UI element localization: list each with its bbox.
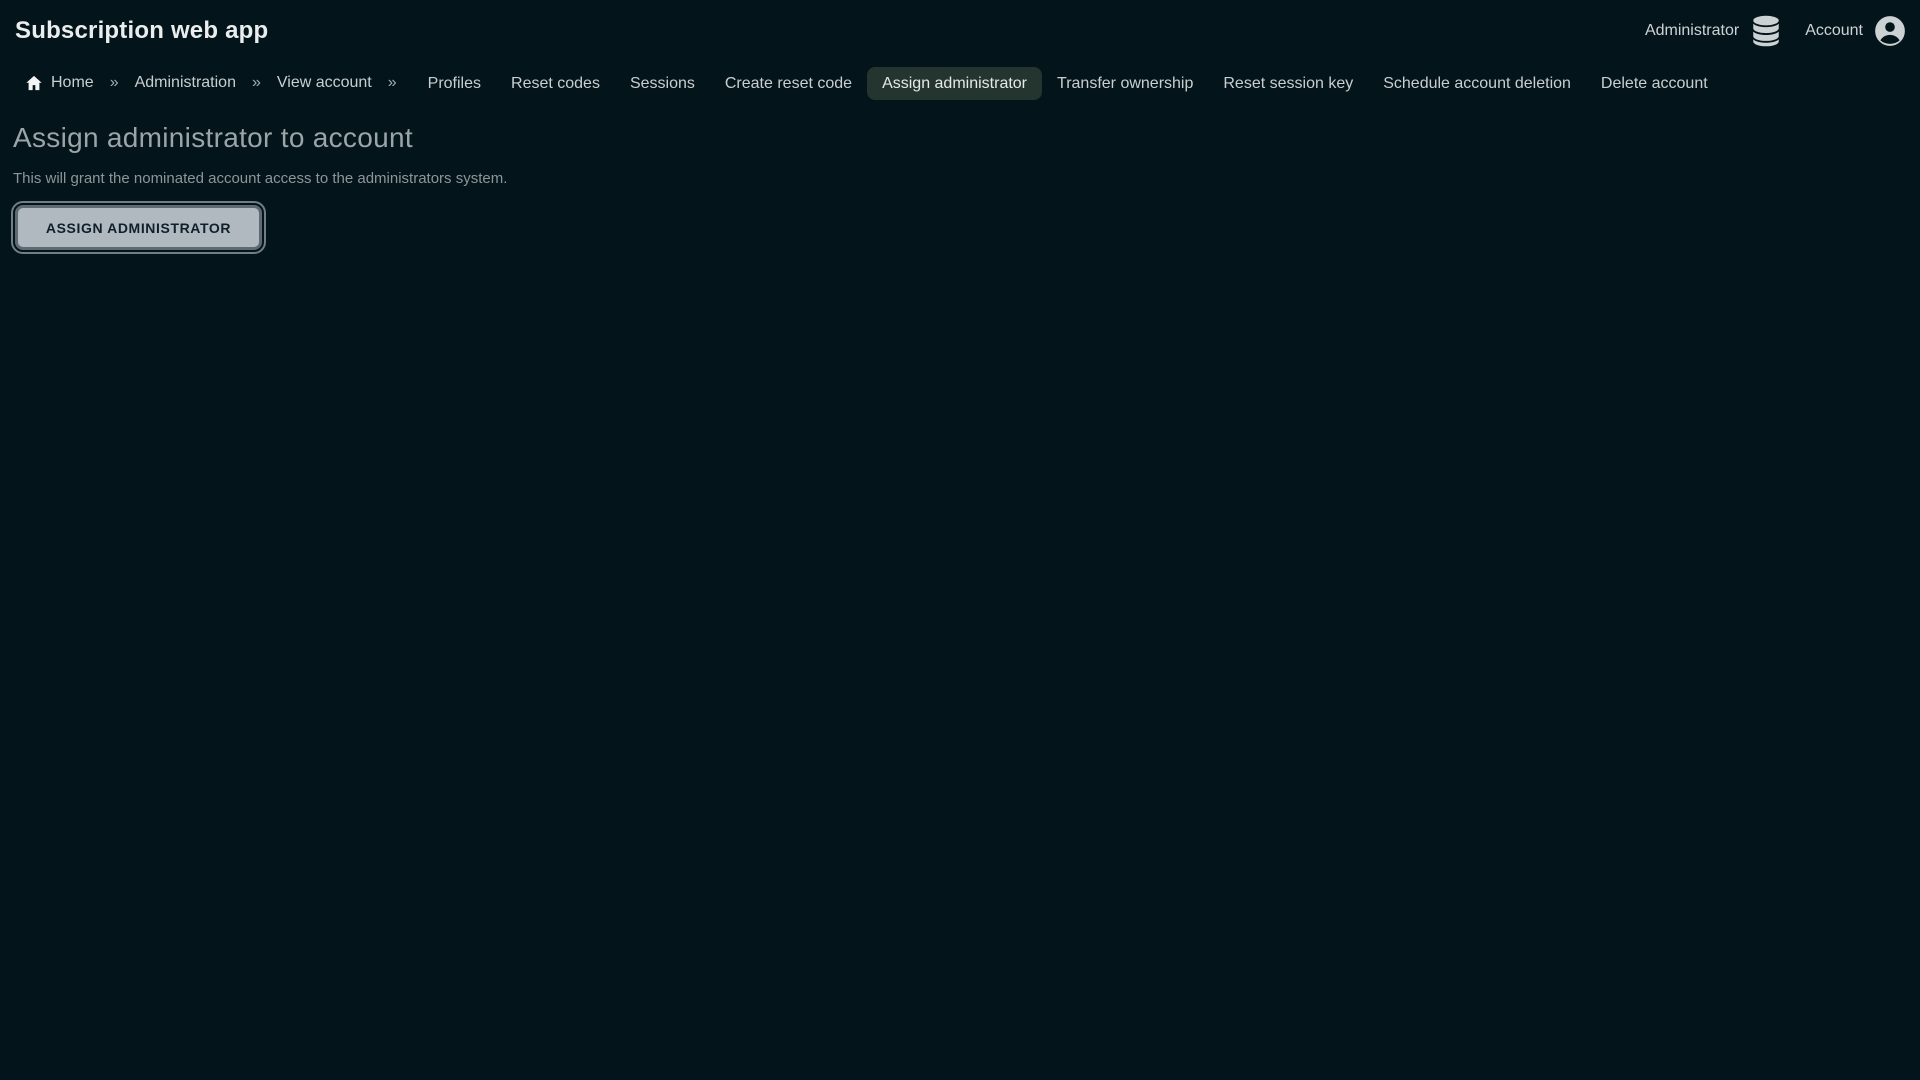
header-right: Administrator Account — [1645, 14, 1907, 48]
page-description: This will grant the nominated account ac… — [13, 170, 1920, 187]
breadcrumb-item: View account » — [277, 66, 413, 100]
nav-tab[interactable]: Sessions — [615, 67, 710, 100]
breadcrumb-link[interactable]: Home — [51, 74, 94, 92]
app-title: Subscription web app — [15, 17, 1645, 45]
nav-tab[interactable]: Delete account — [1586, 67, 1723, 100]
app-header: Subscription web app Administrator Accou… — [0, 0, 1920, 62]
admin-group: Administrator — [1645, 14, 1783, 48]
breadcrumb-item: Administration » — [135, 66, 277, 100]
admin-label: Administrator — [1645, 22, 1739, 40]
nav-tab[interactable]: Transfer ownership — [1042, 67, 1208, 100]
breadcrumb-nav: Home » Administration » View account » P… — [0, 66, 1920, 100]
breadcrumb-separator: » — [252, 74, 261, 92]
account-label: Account — [1805, 22, 1863, 40]
breadcrumb-item: Home » — [51, 66, 135, 100]
nav-tab[interactable]: Create reset code — [710, 67, 867, 100]
nav-tab[interactable]: Assign administrator — [867, 67, 1042, 100]
nav-tab[interactable]: Reset session key — [1208, 67, 1368, 100]
nav-tab[interactable]: Profiles — [413, 67, 496, 100]
database-icon[interactable] — [1749, 14, 1783, 48]
account-icon[interactable] — [1873, 14, 1907, 48]
account-group: Account — [1805, 14, 1907, 48]
nav-tab-list: Profiles Reset codes Sessions Create res… — [413, 66, 1723, 100]
page-title: Assign administrator to account — [13, 122, 1920, 154]
home-icon[interactable] — [25, 74, 43, 92]
breadcrumb-separator: » — [110, 74, 119, 92]
nav-tab[interactable]: Schedule account deletion — [1368, 67, 1586, 100]
nav-tab[interactable]: Reset codes — [496, 67, 615, 100]
breadcrumb-list: Home » Administration » View account » — [51, 66, 413, 100]
assign-administrator-button[interactable]: ASSIGN ADMINISTRATOR — [15, 205, 262, 250]
main-content: Assign administrator to account This wil… — [0, 122, 1920, 250]
breadcrumb-link[interactable]: View account — [277, 74, 372, 92]
breadcrumb-separator: » — [388, 74, 397, 92]
breadcrumb-link[interactable]: Administration — [135, 74, 236, 92]
